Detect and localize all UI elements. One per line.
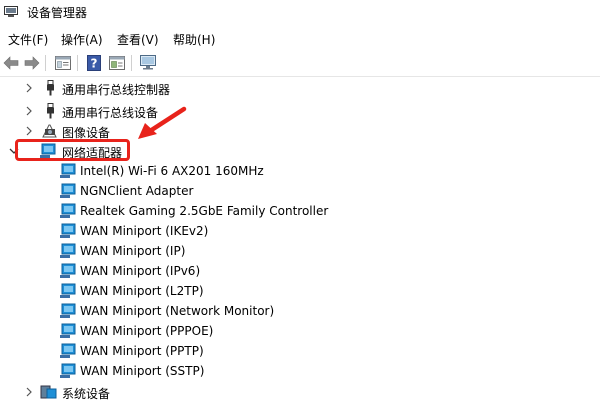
tree-child-adapter[interactable]: WAN Miniport (PPPOE) bbox=[0, 321, 600, 341]
menu-help[interactable]: 帮助(H) bbox=[172, 31, 216, 48]
tree-node-imaging-devices[interactable]: 图像设备 bbox=[0, 121, 600, 141]
tree-child-adapter[interactable]: Intel(R) Wi-Fi 6 AX201 160MHz bbox=[0, 161, 600, 181]
tree-child-label: WAN Miniport (PPPOE) bbox=[80, 324, 214, 338]
monitor-icon bbox=[140, 55, 156, 70]
network-adapter-icon bbox=[60, 163, 76, 178]
back-button[interactable] bbox=[1, 53, 21, 73]
tree-child-adapter[interactable]: WAN Miniport (IP) bbox=[0, 241, 600, 261]
highlight-box bbox=[15, 139, 130, 161]
chevron-right-icon[interactable] bbox=[22, 385, 36, 399]
chevron-right-icon[interactable] bbox=[22, 104, 36, 118]
toolbar-separator bbox=[77, 55, 78, 71]
device-manager-icon bbox=[4, 6, 18, 17]
forward-arrow-icon bbox=[24, 56, 40, 70]
usb-icon bbox=[47, 103, 54, 119]
device-tree: 通用串行总线控制器 通用串行总线设备 图像设备 网络适配器 Intel(R) W… bbox=[0, 77, 600, 402]
menu-bar: 文件(F) 操作(A) 查看(V) 帮助(H) bbox=[0, 28, 600, 48]
tree-child-adapter[interactable]: NGNClient Adapter bbox=[0, 181, 600, 201]
annotation-arrow bbox=[138, 106, 187, 139]
title-bar: 设备管理器 bbox=[0, 0, 600, 26]
tree-node-label: 系统设备 bbox=[62, 387, 111, 401]
network-adapter-icon bbox=[60, 183, 76, 198]
tree-node-label: 通用串行总线控制器 bbox=[62, 83, 171, 97]
tree-child-label: WAN Miniport (Network Monitor) bbox=[80, 304, 275, 318]
network-adapter-icon bbox=[60, 323, 76, 338]
window-title: 设备管理器 bbox=[27, 6, 88, 20]
tree-child-adapter[interactable]: WAN Miniport (IKEv2) bbox=[0, 221, 600, 241]
tree-child-label: WAN Miniport (SSTP) bbox=[80, 364, 205, 378]
menu-file[interactable]: 文件(F) bbox=[7, 31, 49, 48]
tree-child-adapter[interactable]: WAN Miniport (IPv6) bbox=[0, 261, 600, 281]
properties-button[interactable] bbox=[53, 53, 73, 73]
network-adapter-icon bbox=[60, 203, 76, 218]
view-button[interactable] bbox=[107, 53, 127, 73]
tree-node-usb-devices[interactable]: 通用串行总线设备 bbox=[0, 101, 600, 121]
tree-child-label: WAN Miniport (L2TP) bbox=[80, 284, 204, 298]
network-adapter-icon bbox=[60, 263, 76, 278]
tree-child-label: WAN Miniport (IPv6) bbox=[80, 264, 201, 278]
properties-icon bbox=[55, 56, 71, 70]
help-icon: ? bbox=[87, 55, 101, 71]
network-adapter-icon bbox=[60, 283, 76, 298]
usb-icon bbox=[47, 80, 54, 96]
tree-child-adapter[interactable]: Realtek Gaming 2.5GbE Family Controller bbox=[0, 201, 600, 221]
network-adapter-icon bbox=[60, 303, 76, 318]
back-arrow-icon bbox=[3, 56, 19, 70]
tree-child-label: NGNClient Adapter bbox=[80, 184, 194, 198]
tree-child-label: WAN Miniport (PPTP) bbox=[80, 344, 204, 358]
tree-child-adapter[interactable]: WAN Miniport (L2TP) bbox=[0, 281, 600, 301]
tree-child-label: Realtek Gaming 2.5GbE Family Controller bbox=[80, 204, 329, 218]
menu-view[interactable]: 查看(V) bbox=[116, 31, 160, 48]
forward-button[interactable] bbox=[22, 53, 42, 73]
chevron-right-icon[interactable] bbox=[22, 124, 36, 138]
scan-hardware-button[interactable] bbox=[139, 53, 159, 73]
view-icon bbox=[109, 56, 125, 70]
network-adapter-icon bbox=[60, 343, 76, 358]
camera-icon bbox=[42, 124, 57, 138]
tree-node-usb-controllers[interactable]: 通用串行总线控制器 bbox=[0, 78, 600, 98]
network-adapter-icon bbox=[60, 363, 76, 378]
help-button[interactable]: ? bbox=[84, 53, 104, 73]
tree-child-label: WAN Miniport (IP) bbox=[80, 244, 186, 258]
tree-child-label: Intel(R) Wi-Fi 6 AX201 160MHz bbox=[80, 164, 264, 178]
toolbar-separator bbox=[131, 55, 132, 71]
system-device-icon bbox=[40, 385, 57, 399]
tree-child-label: WAN Miniport (IKEv2) bbox=[80, 224, 209, 238]
network-adapter-icon bbox=[60, 243, 76, 258]
menu-action[interactable]: 操作(A) bbox=[60, 31, 104, 48]
tree-child-adapter[interactable]: WAN Miniport (PPTP) bbox=[0, 341, 600, 361]
tree-child-adapter[interactable]: WAN Miniport (Network Monitor) bbox=[0, 301, 600, 321]
tree-node-system-devices[interactable]: 系统设备 bbox=[0, 382, 600, 402]
tree-child-adapter[interactable]: WAN Miniport (SSTP) bbox=[0, 361, 600, 381]
toolbar-separator bbox=[45, 55, 46, 71]
toolbar: ? bbox=[0, 51, 600, 77]
svg-text:?: ? bbox=[91, 57, 98, 71]
chevron-right-icon[interactable] bbox=[22, 81, 36, 95]
network-adapter-icon bbox=[60, 223, 76, 238]
